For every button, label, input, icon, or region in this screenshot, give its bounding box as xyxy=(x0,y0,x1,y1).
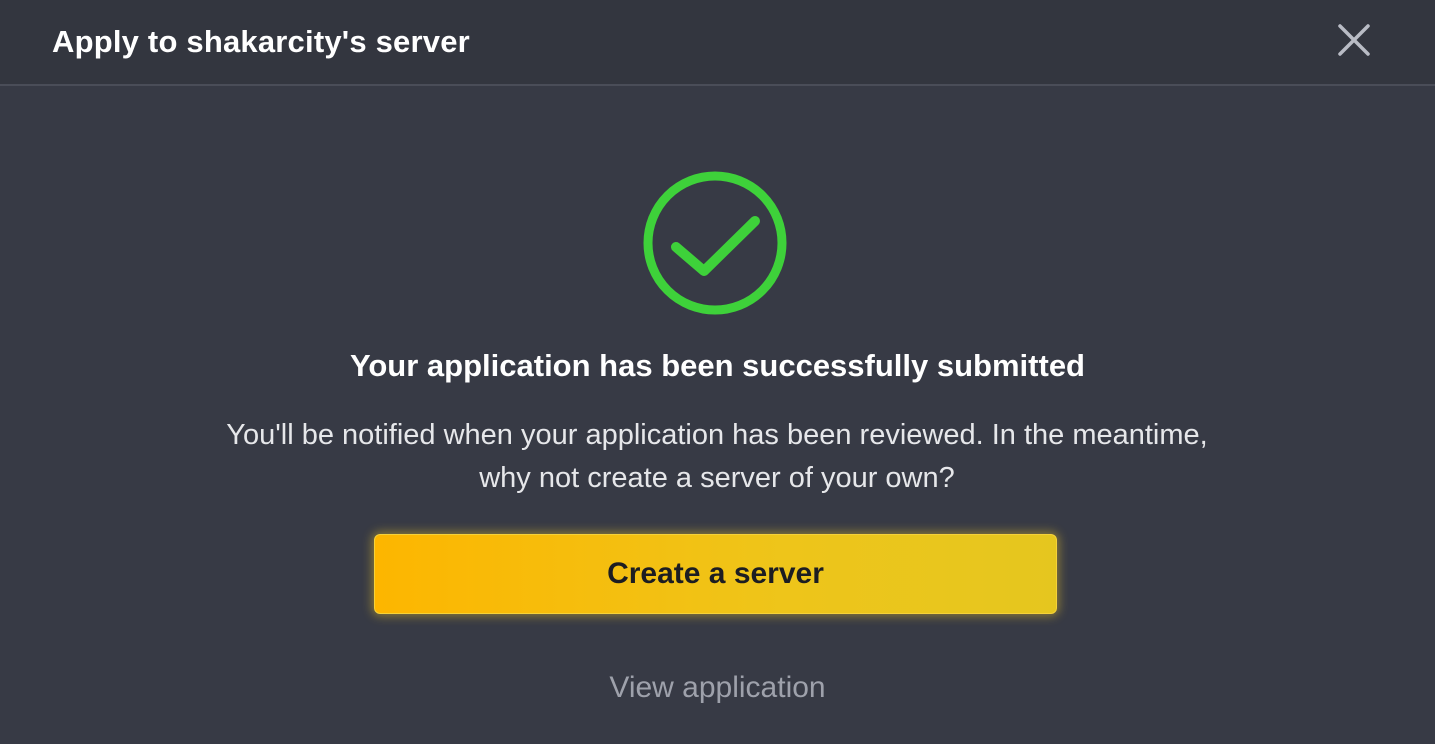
success-check-container xyxy=(641,169,791,319)
close-icon xyxy=(1338,24,1370,56)
create-server-button[interactable]: Create a server xyxy=(374,534,1057,614)
dialog-header: Apply to shakarcity's server xyxy=(0,0,1435,86)
view-application-link[interactable]: View application xyxy=(0,671,1435,705)
success-message: You'll be notified when your application… xyxy=(226,419,1208,494)
create-server-label: Create a server xyxy=(607,557,824,590)
close-button[interactable] xyxy=(1330,16,1378,64)
apply-success-dialog: Apply to shakarcity's server Your applic… xyxy=(0,0,1435,744)
success-headline: Your application has been successfully s… xyxy=(350,348,1085,383)
check-circle-icon xyxy=(643,171,787,315)
dialog-title: Apply to shakarcity's server xyxy=(52,24,470,59)
